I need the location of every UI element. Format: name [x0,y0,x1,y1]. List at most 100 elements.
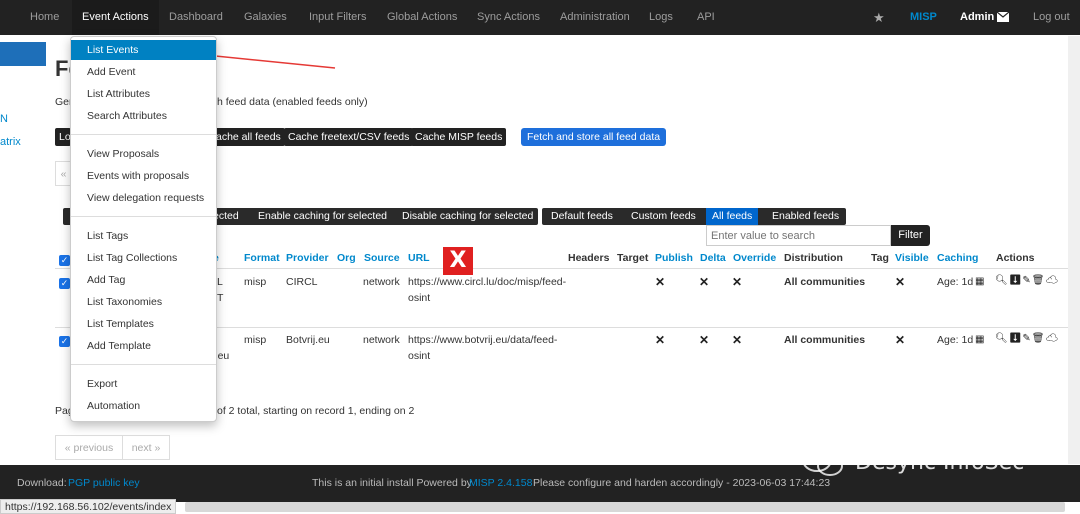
nav-administration[interactable]: Administration [560,0,630,35]
col-url[interactable]: URL [408,252,430,264]
menu-list-tags[interactable]: List Tags [71,226,216,246]
top-navbar: Home Event Actions Dashboard Galaxies In… [0,0,1080,35]
col-format[interactable]: Format [244,252,280,264]
red-x-logo-icon: X [443,247,473,275]
select-all-checkbox[interactable]: ✓ [59,255,70,266]
row-checkbox[interactable]: ✓ [59,336,70,347]
row-checkbox[interactable]: ✓ [59,278,70,289]
sidebar-link[interactable]: N [0,113,8,125]
disable-caching-button[interactable]: Disable caching for selected [402,208,533,225]
col-provider[interactable]: Provider [286,252,329,264]
menu-export[interactable]: Export [71,374,216,394]
publish-false-icon: ✕ [655,333,666,347]
footer-download-label: Download: [17,477,67,489]
cell-format: misp [244,276,267,288]
nav-home[interactable]: Home [30,0,59,35]
vertical-scrollbar[interactable] [1068,36,1080,464]
sidebar-active-item[interactable] [0,42,46,66]
watermark-text: Desync InfoSec [855,450,1025,475]
menu-events-with-proposals[interactable]: Events with proposals [71,166,216,186]
nav-user[interactable]: Admin [960,0,994,35]
col-visible[interactable]: Visible [895,252,929,264]
menu-divider [71,216,216,217]
horizontal-scrollbar[interactable] [185,502,1065,512]
override-false-icon: ✕ [732,333,743,347]
col-headers: Headers [568,252,610,264]
menu-add-event[interactable]: Add Event [71,62,216,82]
pagination-previous-top[interactable]: « [55,161,71,186]
cell-name: T [217,292,224,304]
col-caching[interactable]: Caching [937,252,978,264]
menu-view-proposals[interactable]: View Proposals [71,144,216,164]
nav-logout[interactable]: Log out [1033,0,1070,35]
nav-brand[interactable]: MISP [910,0,937,35]
col-distribution: Distribution [784,252,843,264]
nav-api[interactable]: API [697,0,715,35]
filter-all-feeds[interactable]: All feeds [706,208,759,225]
filter-default-feeds[interactable]: Default feeds [551,208,613,225]
search-icon[interactable]: 🔍︎ [995,275,1009,286]
footer-install-text: This is an initial install Powered by [312,477,472,489]
nav-global-actions[interactable]: Global Actions [387,0,457,35]
search-input[interactable] [706,225,891,246]
menu-automation[interactable]: Automation [71,396,216,416]
col-publish[interactable]: Publish [655,252,693,264]
filter-custom-feeds[interactable]: Custom feeds [631,208,696,225]
override-false-icon: ✕ [732,275,743,289]
wechat-logo-icon [802,448,843,476]
cache-table-icon[interactable]: ▦ [975,334,985,345]
nav-sync-actions[interactable]: Sync Actions [477,0,540,35]
sidebar-link[interactable]: atrix [0,136,21,148]
filter-enabled-feeds[interactable]: Enabled feeds [772,208,839,225]
menu-add-template[interactable]: Add Template [71,336,216,356]
menu-list-events[interactable]: List Events [71,40,216,60]
menu-search-attributes[interactable]: Search Attributes [71,106,216,126]
enable-caching-button[interactable]: Enable caching for selected [258,208,387,225]
cell-distribution: All communities [784,276,866,288]
fetch-store-feeds-button[interactable]: Fetch and store all feed data [521,128,667,146]
edit-icon[interactable]: ✎ [1022,333,1031,344]
menu-list-taxonomies[interactable]: List Taxonomies [71,292,216,312]
nav-input-filters[interactable]: Input Filters [309,0,366,35]
col-tag: Tag [871,252,889,264]
footer-version-link[interactable]: MISP 2.4.158 [469,477,532,489]
cache-freetext-feeds-button[interactable]: Cache freetext/CSV feeds [284,128,414,146]
cache-table-icon[interactable]: ▦ [975,276,985,287]
trash-icon[interactable]: 🗑︎ [1032,275,1046,286]
pagination-previous[interactable]: « previous [55,435,123,460]
pagination-next[interactable]: next » [122,435,170,460]
row-actions: 🔍︎⬇︎✎🗑︎☁︎ [995,275,1059,286]
col-org[interactable]: Org [337,252,356,264]
envelope-icon[interactable] [996,0,1010,35]
cell-url: https://www.botvrij.eu/data/feed- [408,334,558,346]
footer-pgp-link[interactable]: PGP public key [68,477,140,489]
menu-view-delegation-requests[interactable]: View delegation requests [71,188,216,208]
delta-false-icon: ✕ [699,333,710,347]
filter-button[interactable]: Filter [891,225,930,246]
nav-event-actions[interactable]: Event Actions [72,0,159,35]
menu-list-attributes[interactable]: List Attributes [71,84,216,104]
load-feeds-button[interactable]: Lo [55,128,71,146]
cloud-download-icon[interactable]: ☁︎ [1046,275,1060,286]
menu-divider [71,134,216,135]
cache-all-feeds-button[interactable]: ache all feeds [212,128,285,146]
menu-add-tag[interactable]: Add Tag [71,270,216,290]
col-delta[interactable]: Delta [700,252,726,264]
menu-list-templates[interactable]: List Templates [71,314,216,334]
menu-list-tag-collections[interactable]: List Tag Collections [71,248,216,268]
search-icon[interactable]: 🔍︎ [995,333,1009,344]
star-icon[interactable]: ★ [873,0,885,35]
col-override[interactable]: Override [733,252,776,264]
col-source[interactable]: Source [364,252,400,264]
cloud-download-icon[interactable]: ☁︎ [1046,333,1060,344]
cell-source: network [363,334,400,346]
nav-galaxies[interactable]: Galaxies [244,0,287,35]
nav-logs[interactable]: Logs [649,0,673,35]
nav-dashboard[interactable]: Dashboard [169,0,223,35]
download-icon[interactable]: ⬇︎ [1009,275,1023,286]
download-icon[interactable]: ⬇︎ [1009,333,1023,344]
edit-icon[interactable]: ✎ [1022,275,1031,286]
trash-icon[interactable]: 🗑︎ [1032,333,1046,344]
cache-misp-feeds-button[interactable]: Cache MISP feeds [411,128,507,146]
cell-url: osint [408,292,431,304]
